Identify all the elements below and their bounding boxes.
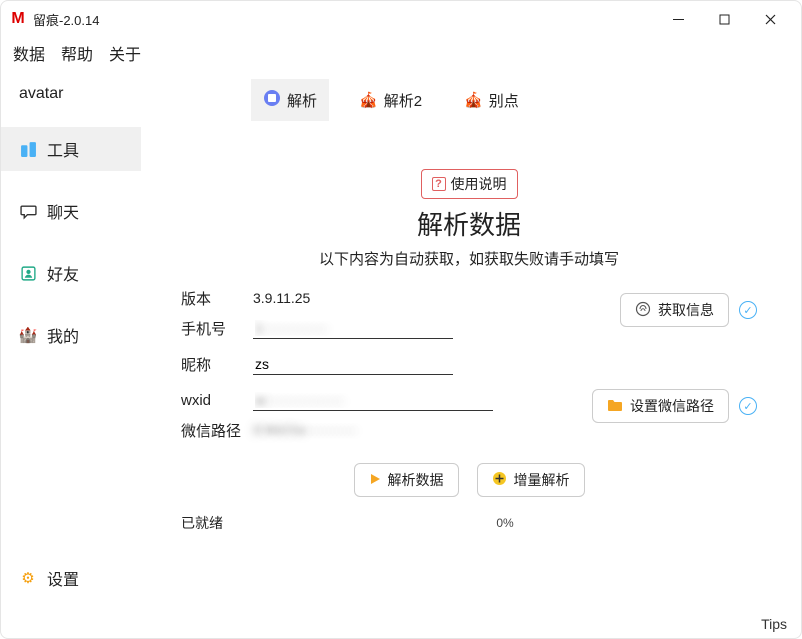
set-path-label: 设置微信路径 — [630, 396, 714, 416]
tab-label: 解析 — [287, 90, 317, 111]
window-title: 留痕-2.0.14 — [33, 10, 99, 29]
sidebar-item-settings[interactable]: ⚙ 设置 — [1, 558, 141, 598]
label-version: 版本 — [181, 288, 253, 309]
app-icon: M — [9, 10, 27, 28]
value-version: 3.9.11.25 — [253, 290, 310, 306]
tab-label: 解析2 — [384, 90, 422, 111]
plus-circle-icon — [492, 471, 507, 489]
label-phone: 手机号 — [181, 318, 253, 339]
label-wechat-path: 微信路径 — [181, 420, 253, 441]
folder-icon — [607, 398, 623, 415]
sidebar-item-label: 我的 — [47, 323, 79, 347]
page-subtitle: 以下内容为自动获取，如获取失败请手动填写 — [151, 248, 787, 269]
fingerprint-icon — [635, 301, 651, 320]
sidebar-item-mine[interactable]: 🏰 我的 — [1, 313, 141, 357]
page-title: 解析数据 — [151, 205, 787, 242]
status-label: 已就绪 — [181, 513, 223, 533]
help-button[interactable]: ? 使用说明 — [421, 169, 518, 199]
label-nickname: 昵称 — [181, 354, 253, 375]
sidebar-item-label: 设置 — [47, 566, 79, 590]
castle-icon: 🏰 — [19, 326, 37, 344]
check-icon: ✓ — [739, 301, 757, 319]
sidebar-item-label: 好友 — [47, 261, 79, 285]
main-panel: 解析 🎪 解析2 🎪 别点 ? 使用说明 解析数据 以下内容为自动获取，如获取失… — [141, 73, 801, 612]
tab-dont-click[interactable]: 🎪 别点 — [452, 80, 531, 121]
wxid-field[interactable] — [253, 390, 493, 411]
menu-data[interactable]: 数据 — [13, 41, 45, 65]
sidebar-item-tools[interactable]: 工具 — [1, 127, 141, 171]
menubar: 数据 帮助 关于 — [1, 37, 801, 73]
tools-icon — [19, 140, 37, 158]
minimize-button[interactable] — [655, 1, 701, 37]
tab-parse[interactable]: 解析 — [251, 79, 329, 121]
value-wechat-path: D:WeCha············· — [253, 423, 357, 437]
avatar-label: avatar — [1, 79, 141, 127]
sidebar-item-chat[interactable]: 聊天 — [1, 189, 141, 233]
question-icon: ? — [432, 177, 446, 191]
progress-value: 0% — [223, 516, 787, 530]
maximize-button[interactable] — [701, 1, 747, 37]
sidebar-item-label: 工具 — [47, 137, 79, 161]
menu-about[interactable]: 关于 — [109, 41, 141, 65]
play-icon — [369, 472, 381, 488]
incremental-label: 增量解析 — [514, 470, 570, 490]
tabs: 解析 🎪 解析2 🎪 别点 — [151, 79, 787, 121]
nickname-field[interactable] — [253, 354, 453, 375]
footer: Tips — [1, 610, 801, 638]
titlebar: M 留痕-2.0.14 — [1, 1, 801, 37]
sidebar-item-friends[interactable]: 好友 — [1, 251, 141, 295]
label-wxid: wxid — [181, 392, 253, 409]
sidebar-item-label: 聊天 — [47, 199, 79, 223]
form: 版本 3.9.11.25 获取信息 ✓ 手机号 昵称 — [151, 283, 787, 445]
parse-data-label: 解析数据 — [388, 470, 444, 490]
sidebar: avatar 工具 聊天 好友 🏰 我的 ⚙ 设置 — [1, 73, 141, 612]
menu-help[interactable]: 帮助 — [61, 41, 93, 65]
set-path-button[interactable]: 设置微信路径 — [592, 389, 729, 423]
chat-icon — [19, 202, 37, 220]
tent-icon: 🎪 — [359, 91, 378, 109]
parse-data-button[interactable]: 解析数据 — [354, 463, 459, 497]
check-icon: ✓ — [739, 397, 757, 415]
get-info-label: 获取信息 — [658, 300, 714, 320]
incremental-parse-button[interactable]: 增量解析 — [477, 463, 585, 497]
tab-label: 别点 — [489, 90, 519, 111]
friends-icon — [19, 264, 37, 282]
close-button[interactable] — [747, 1, 793, 37]
get-info-button[interactable]: 获取信息 — [620, 293, 729, 327]
phone-field[interactable] — [253, 318, 453, 339]
tab-parse2[interactable]: 🎪 解析2 — [347, 80, 434, 121]
tips-link[interactable]: Tips — [761, 616, 787, 632]
parse-icon — [263, 89, 281, 111]
status-row: 已就绪 0% — [151, 513, 787, 533]
tent-icon: 🎪 — [464, 91, 483, 109]
help-button-label: 使用说明 — [451, 174, 507, 194]
gear-icon: ⚙ — [19, 569, 37, 587]
